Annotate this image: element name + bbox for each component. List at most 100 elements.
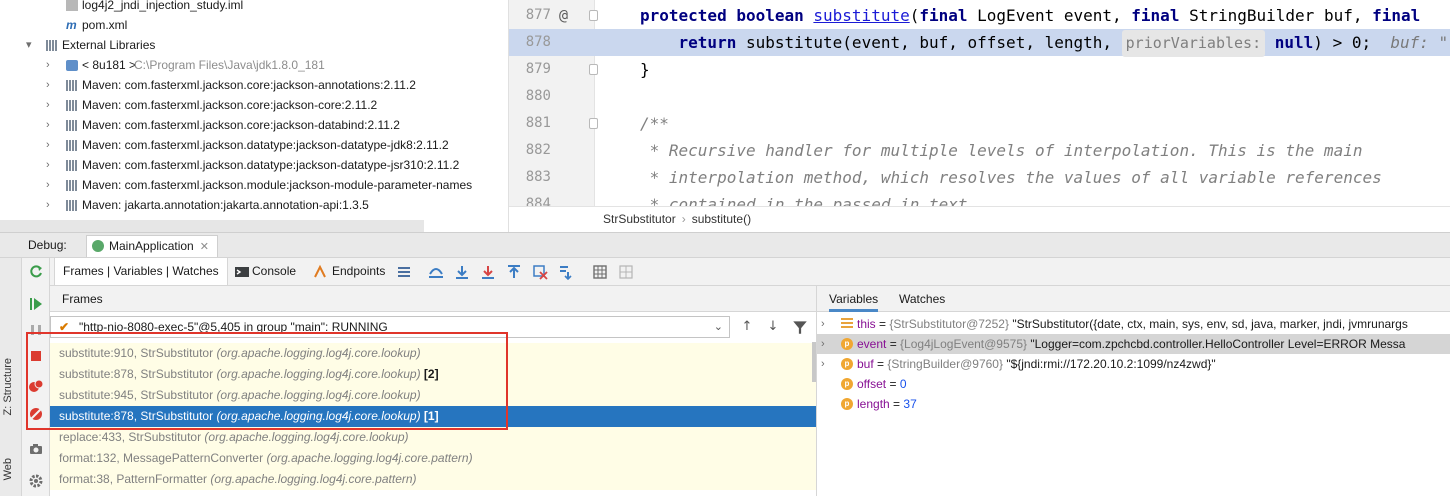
chevron-right-icon[interactable]: ›	[46, 195, 50, 215]
code-line[interactable]: 877 @ protected boolean substitute(final L…	[509, 2, 1450, 29]
session-tab-mainapplication[interactable]: MainApplication ✕	[86, 235, 218, 257]
rerun-icon[interactable]	[28, 264, 44, 280]
code-text: * Recursive handler for multiple levels …	[640, 137, 1363, 164]
code-token: * interpolation method, which resolves t…	[640, 168, 1382, 187]
tree-row[interactable]: › Maven: com.fasterxml.jackson.core:jacks…	[0, 95, 508, 115]
line-number[interactable]: 879	[509, 56, 551, 83]
tab-frames-variables[interactable]: Frames | Variables | Watches	[54, 258, 228, 285]
line-number[interactable]: 883	[509, 164, 551, 191]
code-line[interactable]: 880	[509, 83, 1450, 110]
chevron-right-icon[interactable]: ›	[821, 354, 825, 374]
tree-row[interactable]: › Maven: com.fasterxml.jackson.datatype:j…	[0, 155, 508, 175]
breadcrumb-class[interactable]: StrSubstitutor	[603, 212, 676, 226]
trace-icon[interactable]	[618, 264, 634, 280]
frame-row[interactable]: format:132, MessagePatternConverter (org…	[50, 448, 816, 469]
previous-frame-arrow-icon[interactable]: ↑	[738, 318, 756, 336]
tree-row[interactable]: › Maven: jakarta.annotation:jakarta.annot…	[0, 195, 508, 215]
variable-row[interactable]: › p buf = {StringBuilder@9760} "${jndi:rmi…	[817, 354, 1450, 374]
code-token: substitute(event, buf, offset, length,	[745, 33, 1122, 52]
highlight-annotation-box	[26, 332, 508, 430]
library-icon	[66, 100, 78, 111]
frame-row[interactable]: format:38, PatternFormatter (org.apache.…	[50, 469, 816, 490]
resume-icon[interactable]	[28, 296, 44, 312]
line-number[interactable]: 881	[509, 110, 551, 137]
menu-icon[interactable]	[396, 264, 412, 280]
tree-row[interactable]: m pom.xml	[0, 15, 508, 35]
code-line[interactable]: 882 * Recursive handler for multiple lev…	[509, 137, 1450, 164]
tree-row[interactable]: log4j2_jndi_injection_study.iml	[0, 0, 508, 15]
chevron-right-icon[interactable]: ›	[46, 155, 50, 175]
code-editor[interactable]: 877 @ protected boolean substitute(final L…	[508, 0, 1450, 232]
frame-row[interactable]: replace:433, StrSubstitutor (org.apache.…	[50, 427, 816, 448]
camera-icon[interactable]	[28, 441, 44, 457]
tree-row-label: pom.xml	[82, 18, 128, 32]
tab-variables[interactable]: Variables	[829, 286, 879, 312]
show-execution-point-icon[interactable]	[428, 264, 444, 280]
tree-row[interactable]: › Maven: com.fasterxml.jackson.core:jacks…	[0, 115, 508, 135]
evaluate-expression-icon[interactable]	[592, 264, 608, 280]
code-line[interactable]: 881 /**	[509, 110, 1450, 137]
code-token: return	[678, 33, 746, 52]
chevron-down-icon[interactable]: ⌄	[714, 317, 723, 337]
breadcrumb-method[interactable]: substitute()	[692, 212, 751, 226]
chevron-right-icon[interactable]: ›	[46, 135, 50, 155]
project-horizontal-scrollbar[interactable]	[0, 220, 424, 232]
variable-row[interactable]: › p event = {Log4jLogEvent@9575} "Logger=c…	[817, 334, 1450, 354]
code-line[interactable]: 883 * interpolation method, which resolv…	[509, 164, 1450, 191]
chevron-right-icon[interactable]: ›	[46, 95, 50, 115]
filter-icon[interactable]	[791, 318, 809, 336]
line-number[interactable]: 877	[509, 2, 551, 29]
code-line[interactable]: 879}	[509, 56, 1450, 83]
chevron-right-icon[interactable]: ›	[46, 115, 50, 135]
step-out-icon[interactable]	[506, 264, 522, 280]
variable-text: event = {Log4jLogEvent@9575} "Logger=com…	[857, 337, 1406, 351]
drop-frame-icon[interactable]	[532, 264, 548, 280]
variable-row[interactable]: p offset = 0	[817, 374, 1450, 394]
library-icon	[66, 80, 78, 91]
fold-marker-icon[interactable]	[589, 10, 598, 21]
variable-name: buf	[857, 357, 874, 371]
tab-endpoints[interactable]: Endpoints	[332, 258, 385, 285]
override-marker-icon[interactable]: @	[559, 2, 568, 29]
chevron-right-icon[interactable]: ›	[821, 314, 825, 334]
chevron-right-icon[interactable]: ›	[821, 334, 825, 354]
chevron-right-icon[interactable]: ›	[46, 175, 50, 195]
tree-row[interactable]: › Maven: com.fasterxml.jackson.core:jacks…	[0, 75, 508, 95]
line-number[interactable]: 878	[509, 29, 551, 56]
web-tool-tab[interactable]: Web	[2, 458, 14, 480]
tree-row[interactable]: › < 8u181 > C:\Program Files\Java\jdk1.8.0…	[0, 55, 508, 75]
variable-row[interactable]: › this = {StrSubstitutor@7252} "StrSubsti…	[817, 314, 1450, 334]
chevron-right-icon[interactable]: ›	[46, 55, 50, 75]
code-token[interactable]: substitute	[813, 6, 909, 25]
fold-marker-icon[interactable]	[589, 64, 598, 75]
chevron-right-icon[interactable]: ›	[46, 75, 50, 95]
close-icon[interactable]: ✕	[200, 241, 209, 253]
session-tab-label: MainApplication	[109, 239, 194, 253]
code-line[interactable]: 878 return substitute(event, buf, offset…	[509, 29, 1450, 57]
run-to-cursor-icon[interactable]	[558, 264, 574, 280]
library-icon	[66, 120, 78, 131]
variable-type: {StrSubstitutor@7252}	[889, 317, 1009, 331]
settings-gear-icon[interactable]	[28, 473, 44, 489]
code-token: protected boolean	[640, 6, 814, 25]
variable-row[interactable]: p length = 37	[817, 394, 1450, 414]
library-icon	[66, 200, 78, 211]
tab-console[interactable]: Console	[252, 258, 296, 285]
variable-name: length	[857, 397, 890, 411]
jdk-path-label: C:\Program Files\Java\jdk1.8.0_181	[134, 58, 325, 72]
fold-marker-icon[interactable]	[589, 118, 598, 129]
code-token: }	[640, 60, 650, 79]
frame-method: replace:433, StrSubstitutor	[59, 430, 202, 444]
tree-row[interactable]: › Maven: com.fasterxml.jackson.datatype:j…	[0, 135, 508, 155]
step-over-icon[interactable]	[454, 264, 470, 280]
next-frame-arrow-icon[interactable]: ↓	[764, 318, 782, 336]
code-token: (	[909, 6, 920, 25]
tree-row[interactable]: › Maven: com.fasterxml.jackson.module:jac…	[0, 175, 508, 195]
line-number[interactable]: 882	[509, 137, 551, 164]
line-number[interactable]: 880	[509, 83, 551, 110]
tab-watches[interactable]: Watches	[899, 286, 945, 312]
step-into-icon[interactable]	[480, 264, 496, 280]
structure-tool-tab[interactable]: Z: Structure	[2, 358, 14, 415]
chevron-down-icon[interactable]: ▾	[26, 35, 32, 55]
tree-row[interactable]: ▾ External Libraries	[0, 35, 508, 55]
